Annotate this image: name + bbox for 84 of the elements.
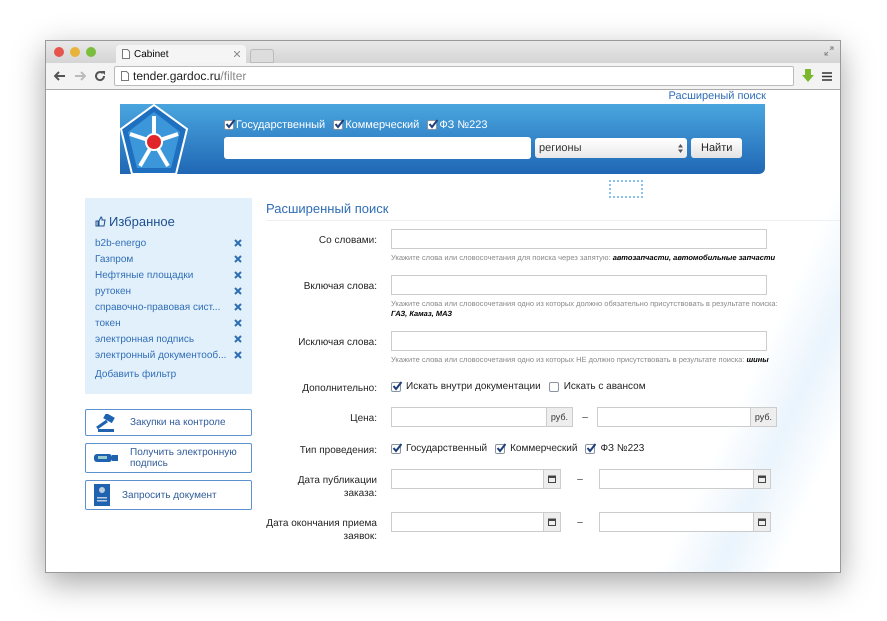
usb-token-icon [94,453,118,463]
logo-icon [120,104,188,176]
select-arrows-icon [678,144,683,152]
url-text: tender.gardoc.ru/filter [133,69,246,83]
favorite-link[interactable]: электронная подпись [95,334,194,344]
currency-addon: руб. [750,408,776,426]
field-label: Включая слова: [302,280,377,293]
checkbox-label: ФЗ №223 [600,443,644,454]
checkbox[interactable] [224,120,234,130]
remove-icon[interactable] [234,287,242,295]
date-field[interactable] [391,512,561,532]
remove-icon[interactable] [234,335,242,343]
date-field[interactable] [599,512,771,532]
text-field[interactable] [391,331,767,351]
close-window-icon[interactable] [54,47,64,57]
favorite-link[interactable]: b2b-energo [95,238,146,248]
field-label: Исключая слова: [297,336,377,349]
fullscreen-icon[interactable] [824,46,834,56]
remove-icon[interactable] [234,239,242,247]
checkbox-label: ФЗ №223 [439,119,488,131]
range-dash: – [581,412,589,422]
checkbox-label: Коммерческий [345,119,420,131]
checkbox[interactable] [391,444,401,454]
menu-icon[interactable] [822,72,832,80]
price-field[interactable]: руб. [597,407,777,427]
favorite-link[interactable]: Газпром [95,254,134,264]
calendar-icon[interactable] [758,475,766,483]
text-field[interactable] [391,229,767,249]
browser-tab[interactable]: Cabinet [116,45,246,63]
field-label: Дата публикации заказа: [296,474,377,500]
date-field[interactable] [599,469,771,489]
remove-icon[interactable] [234,351,242,359]
search-button[interactable]: Найти [691,138,742,158]
remove-icon[interactable] [234,319,242,327]
reload-icon[interactable] [94,70,106,82]
favorite-link[interactable]: токен [95,318,121,328]
calendar-icon[interactable] [758,518,766,526]
range-dash: – [576,516,584,528]
section-title: Расширенный поиск [266,198,840,221]
currency-addon: руб. [546,408,572,426]
side-button[interactable]: Получить электронную подпись [85,443,252,473]
text-field[interactable] [391,275,767,295]
add-filter-link[interactable]: Добавить фильтр [95,369,176,380]
range-dash: – [576,474,584,484]
favorite-link[interactable]: электронный документооб... [95,350,226,360]
thumbs-up-icon [95,216,106,227]
checkbox[interactable] [391,382,401,392]
checkbox-label: Государственный [236,119,326,131]
checkbox-label: Искать внутри документации [406,381,541,392]
field-label: Со словами: [318,234,377,247]
field-label: Дополнительно: [301,382,377,395]
advanced-search-link[interactable]: Расширеный поиск [668,90,766,102]
price-field[interactable]: руб. [391,407,573,427]
favorite-link[interactable]: справочно-правовая сист... [95,302,220,312]
checkbox-label: Искать с авансом [564,381,646,392]
page-icon [121,71,129,81]
checkbox[interactable] [548,382,559,392]
region-select[interactable]: регионы [535,138,687,158]
date-field[interactable] [391,469,561,489]
address-bar[interactable]: tender.gardoc.ru/filter [114,66,794,86]
search-field[interactable] [224,137,531,159]
field-label: Цена: [349,412,377,425]
remove-icon[interactable] [234,271,242,279]
close-icon[interactable] [234,51,240,57]
side-button[interactable]: Запросить документ [85,480,252,510]
checkbox-label: Коммерческий [510,443,578,454]
checkbox[interactable] [585,444,596,454]
side-button[interactable]: Закупки на контроле [85,409,252,436]
checkbox[interactable] [495,444,506,454]
remove-icon[interactable] [234,255,242,263]
favorites-title: Избранное [109,214,175,229]
calendar-icon[interactable] [548,475,556,483]
field-label: Дата окончания приема заявок: [266,517,377,543]
back-icon[interactable] [54,71,66,81]
favorite-link[interactable]: Нефтяные площадки [95,270,194,280]
calendar-icon[interactable] [548,518,556,526]
checkbox[interactable] [427,120,438,130]
checkbox[interactable] [333,120,344,130]
checkbox-label: Государственный [406,443,488,454]
page-icon [122,49,130,59]
document-icon [94,484,110,506]
favorite-link[interactable]: рутокен [95,286,132,296]
remove-icon[interactable] [234,303,242,311]
field-label: Тип проведения: [298,444,377,457]
